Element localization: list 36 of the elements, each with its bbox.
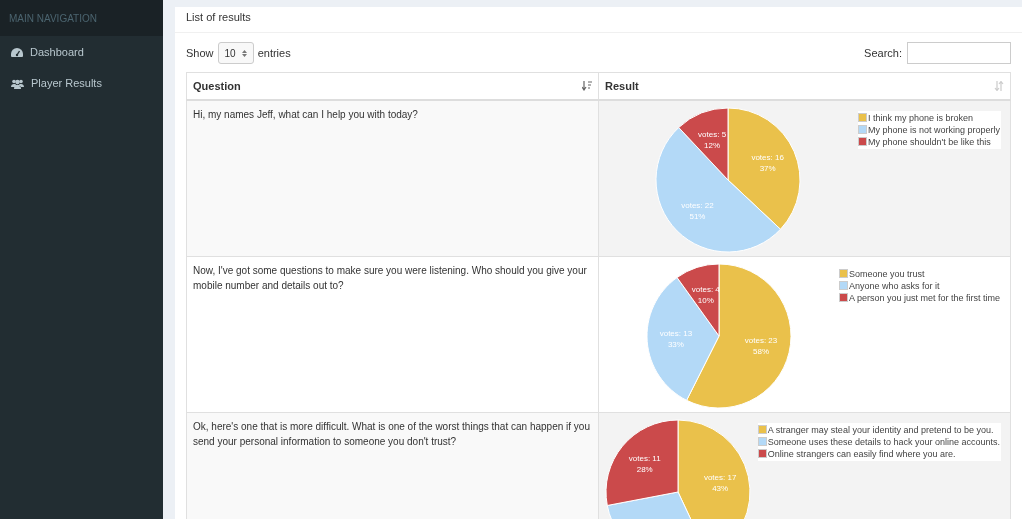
slice-label: votes: 22 51% bbox=[681, 200, 715, 221]
legend-label: Anyone who asks for it bbox=[848, 279, 940, 292]
legend-label: Someone uses these details to hack your online accounts. bbox=[767, 435, 1000, 448]
column-header[interactable]: Question bbox=[186, 72, 599, 100]
updown-icon bbox=[241, 48, 247, 58]
legend-label: A stranger may steal your identity and pretend to be you. bbox=[767, 423, 994, 436]
slice-label: votes: 23 58% bbox=[744, 335, 778, 356]
panel-title: List of results bbox=[175, 7, 1022, 33]
show-label: Show bbox=[186, 45, 214, 61]
question-text: Hi, my names Jeff, what can I help you with today? bbox=[193, 108, 418, 120]
search-field[interactable] bbox=[907, 42, 1011, 64]
sidebar-item[interactable]: Dashboard bbox=[0, 37, 163, 68]
slice-label: votes: 17 43% bbox=[704, 472, 737, 493]
slice-label: votes: 4 10% bbox=[691, 284, 720, 305]
dashboard-icon bbox=[11, 47, 23, 58]
legend-label: Online strangers can easily find where you are. bbox=[767, 447, 956, 460]
slice-label: votes: 5 12% bbox=[698, 129, 727, 150]
slice-label: votes: 11 28% bbox=[629, 453, 662, 474]
entries-label: entries bbox=[257, 45, 291, 61]
legend-label: Someone you trust bbox=[848, 267, 925, 280]
question-text: Now, I've got some questions to make sure you were listening. Who should you give your mobile number and details out to? bbox=[193, 264, 587, 291]
legend-label: I think my phone is broken bbox=[867, 111, 973, 124]
slice-label: votes: 13 33% bbox=[659, 328, 693, 349]
legend-label: My phone shouldn't be like this bbox=[867, 135, 991, 148]
column-header[interactable]: Result bbox=[598, 72, 1011, 100]
legend-label: A person you just met for the first time bbox=[848, 291, 1000, 304]
page-size-select[interactable]: 10 bbox=[217, 42, 254, 64]
users-icon bbox=[11, 78, 24, 89]
legend-label: My phone is not working properly bbox=[867, 123, 1000, 136]
search-label: Search: bbox=[864, 45, 902, 61]
sidebar-header: MAIN NAVIGATION bbox=[0, 0, 163, 36]
slice-label: votes: 16 37% bbox=[751, 152, 785, 173]
sort-icon bbox=[994, 80, 1004, 91]
sort-icon bbox=[582, 80, 592, 91]
question-text: Ok, here's one that is more difficult. What is one of the worst things that can happen if you send your personal information to someone you don't trust? bbox=[193, 420, 590, 447]
sidebar-item[interactable]: Player Results bbox=[0, 68, 163, 99]
